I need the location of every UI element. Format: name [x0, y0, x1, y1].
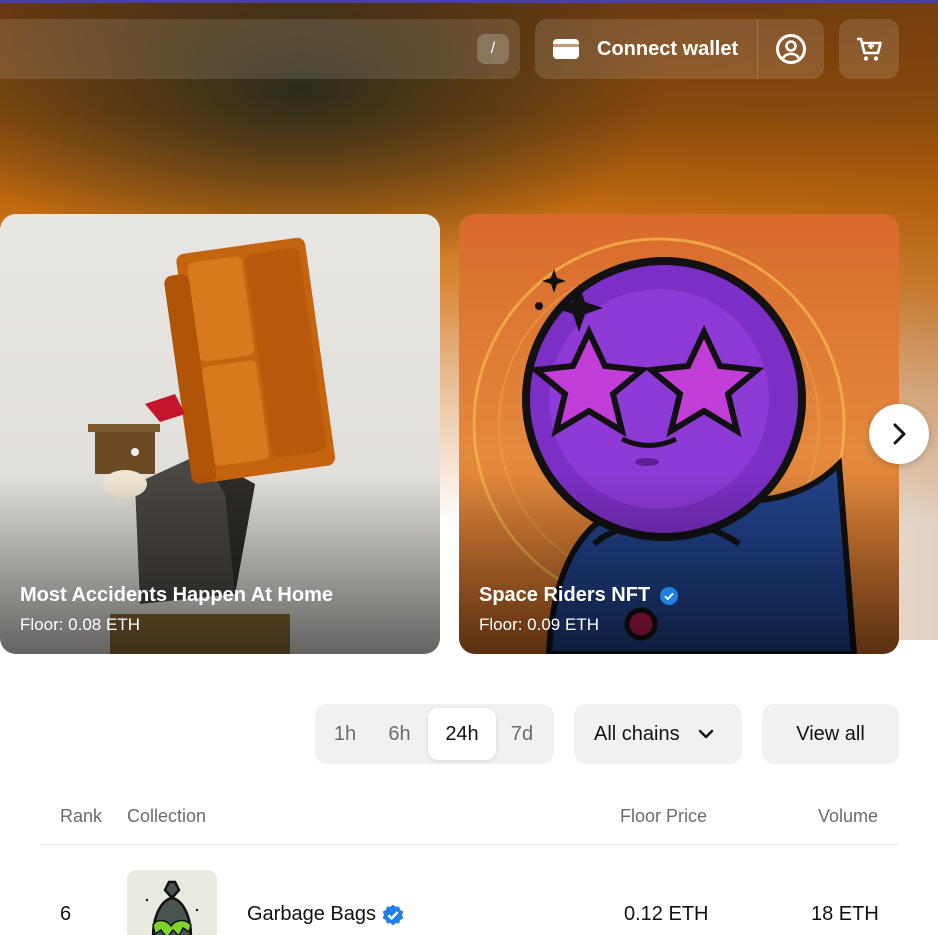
card-title-text: Space Riders NFT: [479, 584, 651, 606]
time-range-tabs: 1h 6h 24h 7d: [315, 704, 554, 764]
carousel-next-button[interactable]: [869, 404, 929, 464]
tab-24h[interactable]: 24h: [428, 708, 496, 760]
row-collection-name: Garbage Bags: [247, 903, 404, 926]
search-bar[interactable]: /: [0, 19, 520, 79]
card-floor-price: Floor: 0.09 ETH: [479, 615, 599, 634]
garbage-bag-artwork: [145, 880, 200, 935]
wallet-icon: [553, 39, 579, 59]
connect-wallet-label: Connect wallet: [597, 37, 739, 60]
row-rank: 6: [60, 903, 72, 925]
row-floor-price: 0.12 ETH: [624, 903, 709, 925]
connect-wallet-button[interactable]: Connect wallet: [535, 19, 757, 79]
verified-badge-icon: [660, 586, 679, 605]
chains-dropdown-label: All chains: [594, 722, 680, 745]
profile-button[interactable]: [758, 19, 824, 79]
card-floor-price: Floor: 0.08 ETH: [20, 615, 140, 634]
column-header-volume[interactable]: Volume: [818, 806, 878, 827]
collection-thumbnail: [127, 870, 217, 935]
search-shortcut-key: /: [477, 34, 509, 64]
card-title: Space Riders NFT: [479, 584, 679, 607]
cart-button[interactable]: [839, 19, 899, 79]
card-title-text: Most Accidents Happen At Home: [20, 584, 333, 606]
cart-icon: [857, 37, 882, 61]
view-all-button[interactable]: View all: [762, 704, 899, 764]
connect-wallet-group: Connect wallet: [535, 19, 824, 79]
column-header-floor-price[interactable]: Floor Price: [620, 806, 707, 827]
row-collection-name-text: Garbage Bags: [247, 903, 376, 925]
top-accent-line: [0, 0, 938, 3]
table-divider: [40, 844, 899, 845]
collection-card-accidents[interactable]: Most Accidents Happen At Home Floor: 0.0…: [0, 214, 440, 654]
chevron-right-icon: [893, 423, 906, 445]
account-circle-icon: [776, 34, 806, 64]
column-header-collection: Collection: [127, 806, 207, 826]
tab-7d[interactable]: 7d: [496, 708, 548, 760]
table-row[interactable]: 6 Garbage Bags 0.12 ETH 18 ETH: [0, 870, 938, 935]
card-title: Most Accidents Happen At Home: [20, 584, 333, 607]
tab-1h[interactable]: 1h: [319, 708, 371, 760]
chevron-down-icon: [698, 729, 713, 739]
column-header-rank: Rank: [60, 806, 103, 826]
collection-card-space-riders[interactable]: Space Riders NFT Floor: 0.09 ETH: [459, 214, 899, 654]
tab-6h[interactable]: 6h: [371, 708, 428, 760]
verified-badge-icon: [382, 904, 404, 925]
row-volume: 18 ETH: [811, 903, 879, 925]
chains-dropdown[interactable]: All chains: [574, 704, 742, 764]
